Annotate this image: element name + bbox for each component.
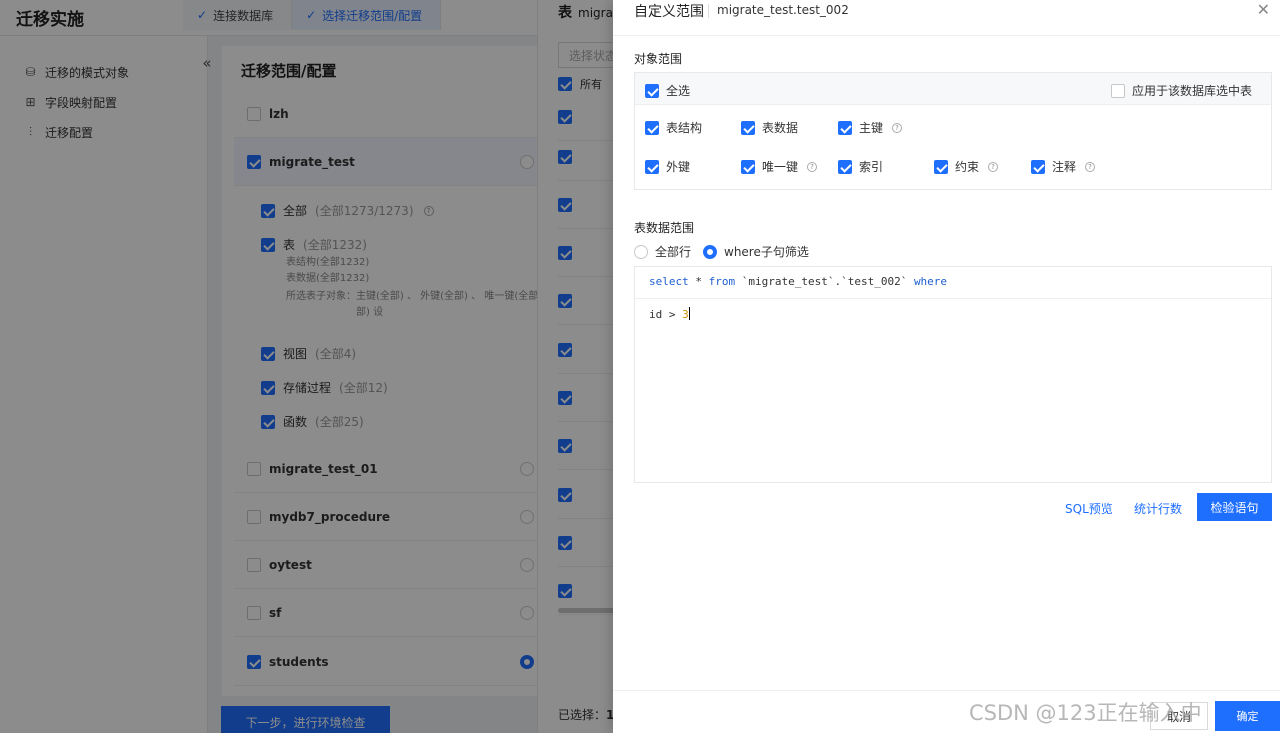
divider: [708, 4, 709, 18]
option-unique-key[interactable]: 唯一键?: [741, 158, 818, 175]
select-all-checkbox[interactable]: 全选: [645, 82, 690, 99]
close-icon[interactable]: ✕: [1257, 0, 1270, 19]
watermark: CSDN @123正在输入中: [969, 701, 1202, 725]
object-scope-label: 对象范围: [634, 52, 683, 66]
checkbox[interactable]: [741, 120, 755, 135]
checkbox[interactable]: [645, 83, 659, 98]
checkbox[interactable]: [741, 159, 755, 174]
radio-where-clause[interactable]: where子句筛选: [703, 243, 809, 260]
validate-button[interactable]: 检验语句: [1197, 493, 1272, 521]
drawer-header: 自定义范围 migrate_test.test_002 ✕: [613, 0, 1280, 36]
help-icon[interactable]: ?: [892, 122, 903, 133]
radio-all-rows[interactable]: 全部行: [634, 243, 691, 260]
where-clause-input[interactable]: id > 3: [649, 307, 690, 321]
option-primary-key[interactable]: 主键?: [838, 119, 903, 136]
checkbox[interactable]: [1111, 83, 1125, 98]
sql-editor[interactable]: select * from `migrate_test`.`test_002` …: [634, 266, 1272, 483]
count-rows-button[interactable]: 统计行数: [1134, 500, 1182, 517]
option-constraint[interactable]: 约束?: [934, 158, 999, 175]
help-icon[interactable]: ?: [1085, 161, 1096, 172]
drawer-title: 自定义范围: [634, 4, 704, 20]
checkbox[interactable]: [934, 159, 948, 174]
help-icon[interactable]: ?: [807, 161, 818, 172]
sql-preview-button[interactable]: SQL预览: [1065, 500, 1113, 517]
checkbox[interactable]: [1031, 159, 1045, 174]
option-index[interactable]: 索引: [838, 158, 883, 175]
apply-all-checkbox[interactable]: 应用于该数据库选中表: [1111, 82, 1252, 99]
radio[interactable]: [634, 244, 648, 259]
checkbox[interactable]: [645, 120, 659, 135]
sql-prefix: select * from `migrate_test`.`test_002` …: [635, 267, 1271, 299]
help-icon[interactable]: ?: [988, 161, 999, 172]
checkbox[interactable]: [645, 159, 659, 174]
modal-overlay[interactable]: [0, 0, 613, 733]
option-foreign-key[interactable]: 外键: [645, 158, 690, 175]
checkbox[interactable]: [838, 120, 852, 135]
option-data[interactable]: 表数据: [741, 119, 798, 136]
scope-top-bar: 全选 应用于该数据库选中表: [635, 73, 1271, 105]
option-comment[interactable]: 注释?: [1031, 158, 1096, 175]
custom-scope-drawer: 自定义范围 migrate_test.test_002 ✕ 对象范围 全选 应用…: [613, 0, 1280, 733]
checkbox[interactable]: [838, 159, 852, 174]
text-caret: [688, 307, 690, 320]
data-scope-label: 表数据范围: [634, 221, 695, 235]
object-scope-box: 全选 应用于该数据库选中表 表结构 表数据 主键? 外键 唯一键? 索引 约束?…: [634, 72, 1272, 190]
drawer-subtitle: migrate_test.test_002: [717, 3, 849, 17]
option-structure[interactable]: 表结构: [645, 119, 702, 136]
confirm-button[interactable]: 确定: [1215, 701, 1280, 731]
radio[interactable]: [703, 244, 717, 259]
